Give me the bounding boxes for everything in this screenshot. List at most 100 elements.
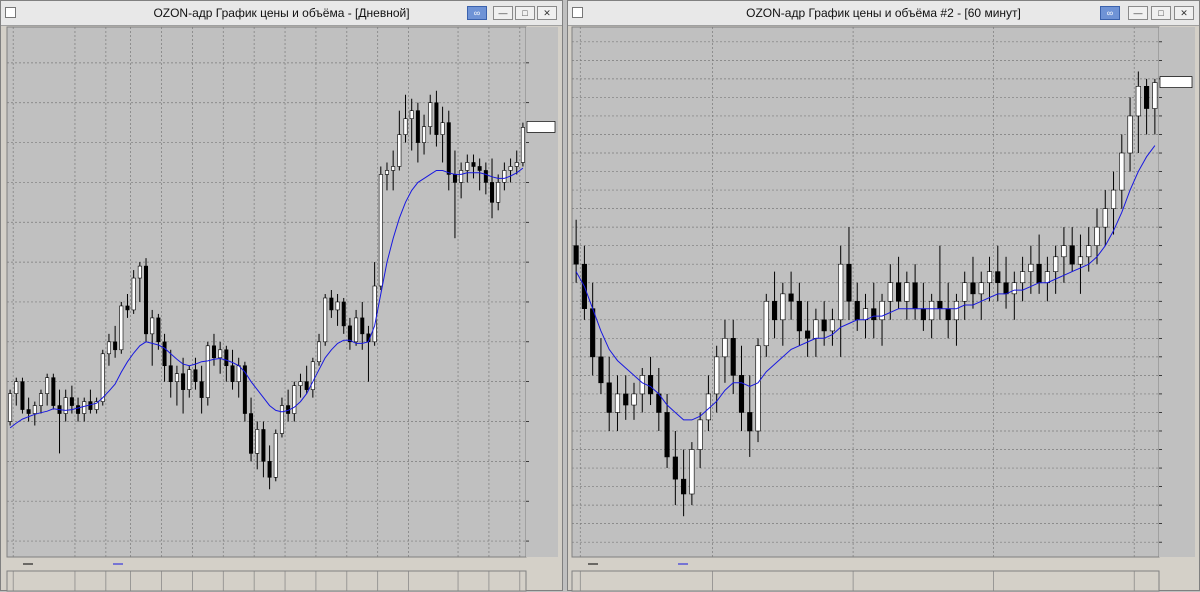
candle-body: [69, 397, 74, 406]
candle-body: [391, 166, 396, 171]
candle-body: [672, 456, 678, 480]
candle-body: [440, 122, 445, 135]
candle-body: [813, 319, 819, 339]
candle-body: [181, 373, 186, 390]
candle-body: [317, 341, 322, 363]
candle-body: [862, 308, 869, 321]
candle-body: [937, 300, 943, 309]
candle-body: [614, 393, 621, 413]
candle-body: [415, 110, 420, 143]
candle-body: [1102, 208, 1108, 228]
candle-body: [805, 330, 811, 339]
candle-body: [780, 293, 786, 321]
candle-body: [788, 293, 794, 302]
candle-body: [211, 345, 216, 359]
candle-body: [292, 385, 297, 414]
candle-body: [360, 317, 365, 335]
candle-body: [347, 325, 352, 343]
chart-area[interactable]: [568, 1, 1199, 592]
candle-body: [144, 265, 149, 335]
candle-body: [1152, 82, 1158, 109]
candle-body: [590, 308, 596, 358]
candle-body: [224, 349, 229, 367]
candle-body: [137, 265, 142, 279]
candle-body: [193, 369, 198, 382]
candle-body: [887, 282, 893, 302]
candle-body: [995, 271, 1001, 284]
candle-body: [664, 412, 670, 458]
candle-body: [714, 356, 720, 395]
candle-body: [1036, 263, 1042, 284]
candle-body: [697, 419, 703, 450]
candle-body: [978, 282, 984, 295]
candle-body: [821, 319, 827, 332]
candle-body: [953, 300, 960, 321]
candle-body: [502, 170, 507, 183]
candle-body: [409, 110, 414, 119]
candle-body: [639, 375, 645, 395]
candle-body: [261, 429, 266, 462]
chart-area[interactable]: [1, 1, 562, 592]
candle-body: [119, 305, 124, 351]
candle-body: [730, 338, 736, 376]
candle-body: [20, 381, 25, 410]
chart-window-60min[interactable]: OZON-адр График цены и объёма #2 - [60 м…: [567, 0, 1200, 592]
candle-body: [273, 433, 278, 478]
candle-body: [465, 162, 470, 171]
candle-body: [329, 297, 334, 311]
candle-body: [452, 174, 457, 183]
candle-body: [647, 375, 654, 395]
candle-body: [1011, 282, 1017, 295]
candle-body: [354, 317, 359, 343]
chart-window-daily[interactable]: OZON-адр График цены и объёма - [Дневной…: [0, 0, 563, 592]
candle-body: [854, 300, 860, 321]
candle-body: [477, 166, 482, 171]
candle-body: [335, 301, 340, 311]
candle-body: [156, 317, 161, 343]
candle-body: [279, 405, 284, 434]
candle-body: [372, 285, 377, 343]
candle-body: [483, 170, 488, 183]
candle-body: [962, 282, 968, 302]
candle-body: [267, 461, 272, 478]
candle-body: [199, 381, 204, 398]
candle-body: [8, 393, 13, 422]
candle-body: [218, 349, 223, 359]
candle-body: [45, 377, 50, 394]
candle-body: [1144, 86, 1150, 109]
candle-body: [434, 102, 439, 135]
candle-body: [310, 361, 315, 390]
candle-body: [187, 369, 192, 390]
candle-body: [771, 300, 778, 321]
candle-body: [51, 377, 56, 406]
candle-body: [945, 308, 951, 321]
candle-body: [1127, 115, 1133, 154]
candle-body: [446, 122, 451, 175]
candle-body: [249, 413, 254, 454]
candle-body: [255, 429, 260, 454]
candle-body: [1003, 282, 1009, 295]
candle-body: [929, 300, 935, 321]
candle-body: [904, 282, 910, 302]
candle-body: [397, 134, 402, 167]
candle-body: [1069, 245, 1075, 265]
candle-body: [573, 245, 579, 265]
candle-body: [14, 381, 19, 394]
candle-body: [162, 341, 167, 367]
candle-body: [920, 308, 926, 321]
candle-body: [298, 381, 303, 386]
candle-body: [722, 338, 728, 358]
candle-body: [879, 300, 885, 321]
candle-body: [598, 356, 604, 384]
candle-body: [1119, 152, 1125, 191]
candle-body: [520, 127, 525, 163]
candle-body: [1077, 256, 1084, 265]
candle-body: [631, 393, 637, 406]
x-axis-panel: [571, 570, 1160, 592]
candle-body: [422, 126, 427, 143]
plot-background: [571, 26, 1160, 558]
candle-body: [304, 381, 309, 390]
candle-body: [796, 300, 802, 332]
candle-body: [895, 282, 902, 302]
x-axis-panel: [6, 570, 527, 592]
